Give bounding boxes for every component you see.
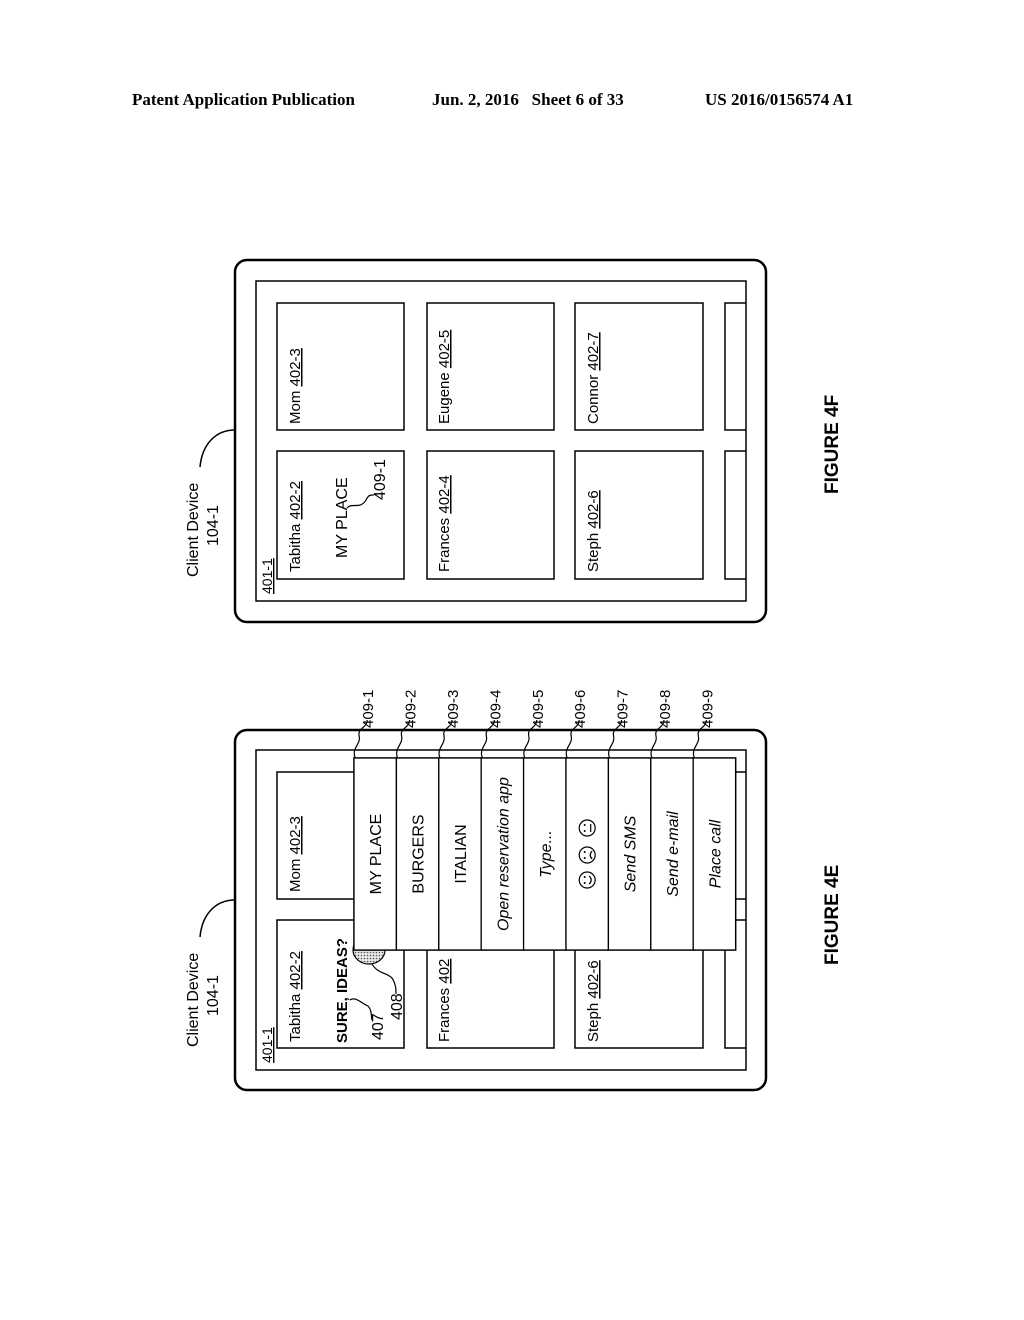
svg-text:Tabitha 402-2: Tabitha 402-2	[287, 481, 304, 572]
option-ref-409-2: 409-2	[403, 690, 420, 728]
figure-4e: Client Device 104-1 401-1 Tabitha 402-2 …	[185, 690, 843, 1092]
tile-steph-label: Steph 402-6	[585, 960, 602, 1042]
tile-connor-label: Connor 402-7	[585, 332, 602, 424]
svg-text:Steph 402-6: Steph 402-6	[585, 490, 602, 572]
tile-mom-label: Mom 402-3	[287, 816, 304, 892]
tile-eugene-label: Eugene 402-5	[436, 330, 453, 424]
menu-option-label: Open reservation app	[495, 777, 512, 931]
menu-option-open-reservation-app[interactable]: Open reservation app 409-4	[480, 690, 525, 951]
tile-frances-label: Frances 402-4	[436, 475, 453, 572]
device-label: Client Device	[185, 483, 202, 577]
screen-ref: 401-1	[259, 1027, 275, 1063]
option-ref-409-1: 409-1	[360, 690, 377, 728]
svg-text:Mom 402-3: Mom 402-3	[287, 348, 304, 424]
device-ref: 104-1	[205, 505, 222, 546]
option-ref-409-4: 409-4	[487, 690, 504, 728]
menu-option-type[interactable]: Type... 409-5	[522, 690, 567, 951]
menu-option-label: Place call	[707, 819, 724, 888]
tile-tabitha-label: Tabitha 402-2	[287, 951, 304, 1042]
menu-option-send-e-mail[interactable]: Send e-mail 409-8	[650, 690, 694, 951]
patent-drawing: Client Device 104-1 401-1 Tabitha 402-2 …	[185, 258, 843, 1092]
device-ref: 104-1	[205, 975, 222, 1016]
svg-text:Frances 402: Frances 402	[436, 959, 453, 1042]
svg-text:Steph 402-6: Steph 402-6	[585, 960, 602, 1042]
menu-option-label: MY PLACE	[368, 814, 385, 895]
menu-option-italian[interactable]: ITALIAN 409-3	[438, 690, 482, 951]
device-label: Client Device	[185, 953, 202, 1047]
menu-option-label: Send SMS	[623, 815, 640, 892]
menu-option-label: ITALIAN	[453, 824, 470, 883]
option-ref-409-8: 409-8	[657, 690, 674, 728]
screen-ref: 401-1	[259, 558, 275, 594]
option-ref-409-6: 409-6	[572, 690, 589, 728]
tile-tabitha-label: Tabitha 402-2	[287, 481, 304, 572]
menu-option-burgers[interactable]: BURGERS 409-2	[395, 690, 440, 951]
option-ref-409-3: 409-3	[445, 690, 462, 728]
tile-mom-label: Mom 402-3	[287, 348, 304, 424]
device-leader-line	[199, 429, 236, 468]
figure-4e-caption: FIGURE 4E	[822, 865, 843, 965]
touch-ref: 408	[389, 993, 406, 1020]
menu-option-my-place[interactable]: MY PLACE 409-1	[353, 690, 398, 951]
menu-option-place-call[interactable]: Place call 409-9	[692, 690, 737, 951]
svg-text:Eugene 402-5: Eugene 402-5	[436, 330, 453, 424]
svg-text:Frances 402-4: Frances 402-4	[436, 475, 453, 572]
menu-option-cell[interactable]	[565, 757, 610, 951]
device-leader-line	[199, 899, 236, 938]
menu-option-label: BURGERS	[411, 814, 428, 893]
tile-tabitha-content: MY PLACE	[334, 477, 351, 558]
figure-4f: Client Device 104-1 401-1 Tabitha 402-2 …	[185, 258, 843, 624]
tile-steph-label: Steph 402-6	[585, 490, 602, 572]
quick-reply-menu: MY PLACE 409-1 BURGERS 409-2 ITALIAN 409-3 Ope…	[353, 690, 737, 951]
message-text: SURE, IDEAS?	[334, 938, 351, 1043]
option-ref-409-5: 409-5	[530, 690, 547, 728]
tile-frances-label: Frances 402	[436, 959, 453, 1042]
message-ref: 407	[370, 1013, 387, 1040]
svg-text:Tabitha 402-2: Tabitha 402-2	[287, 951, 304, 1042]
figure-4f-caption: FIGURE 4F	[822, 395, 843, 494]
menu-option-label: Type...	[538, 830, 555, 878]
menu-option-label: Send e-mail	[665, 811, 682, 897]
svg-text:Mom 402-3: Mom 402-3	[287, 816, 304, 892]
menu-option-send-sms[interactable]: Send SMS 409-7	[607, 690, 652, 951]
svg-text:Connor 402-7: Connor 402-7	[585, 332, 602, 424]
option-ref-409-7: 409-7	[615, 690, 632, 728]
tile-tabitha-content-ref: 409-1	[372, 459, 389, 500]
menu-option-emoji[interactable]: 409-6	[565, 690, 610, 951]
option-ref-409-9: 409-9	[699, 690, 716, 728]
